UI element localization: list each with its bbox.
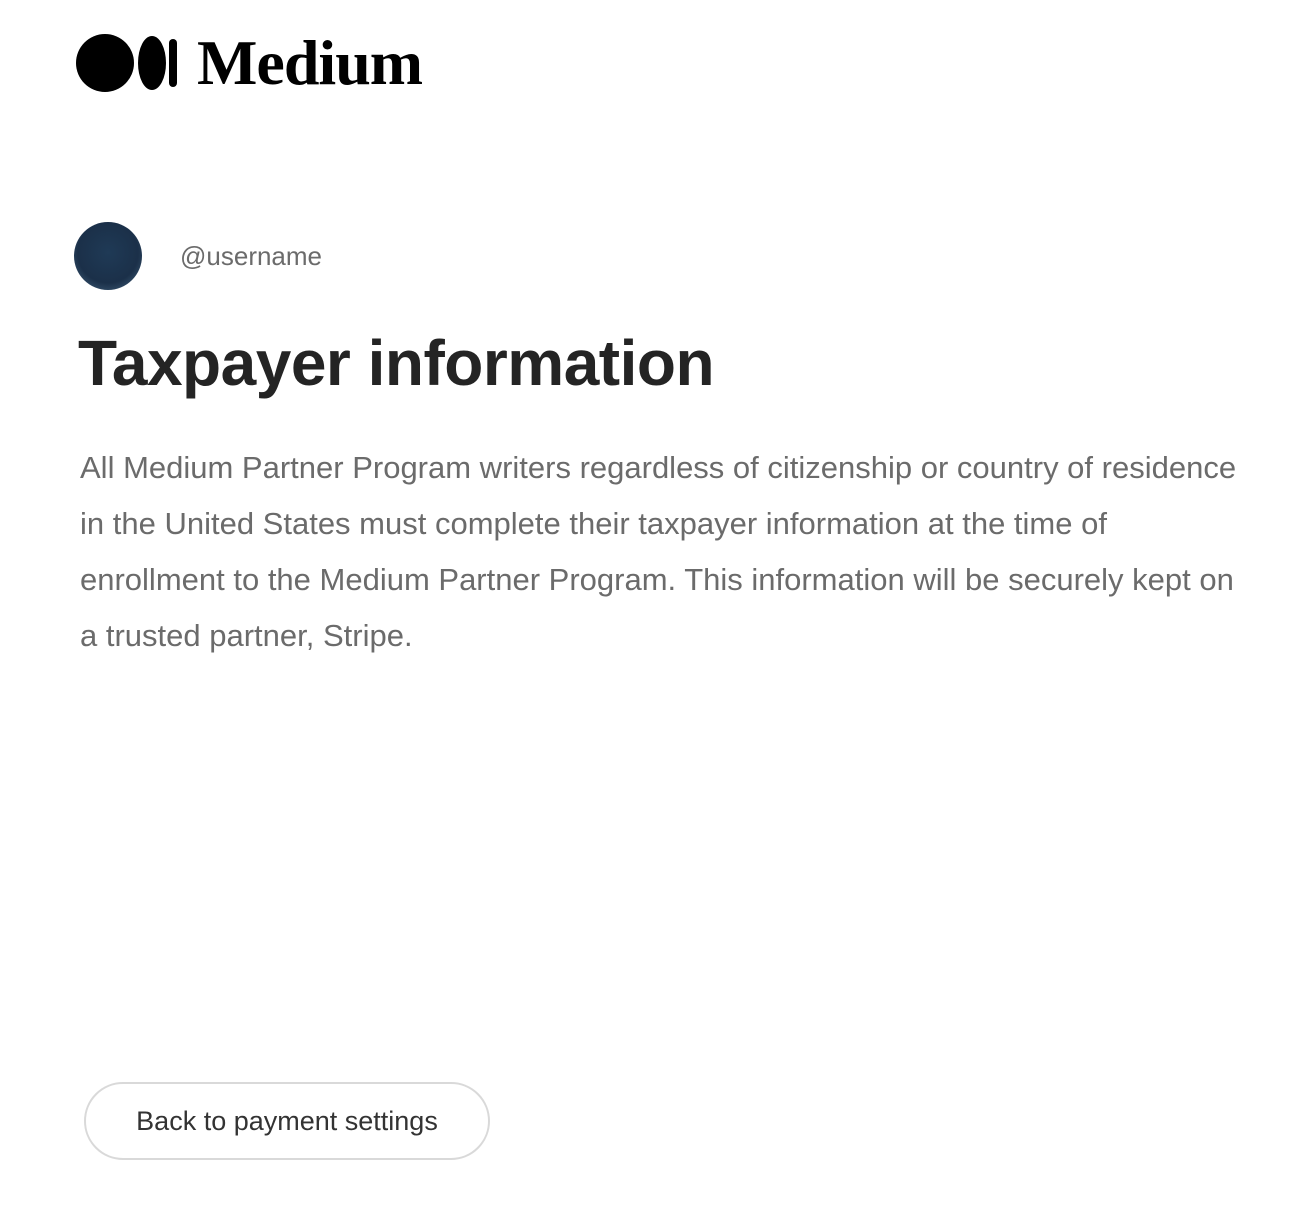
taxpayer-info-page: Medium @username Taxpayer information Al… xyxy=(0,0,1311,1207)
brand-name: Medium xyxy=(197,27,423,98)
account-handle: @username xyxy=(180,240,323,271)
account-row: @username xyxy=(74,222,322,290)
medium-logo-icon xyxy=(76,34,177,92)
page-description: All Medium Partner Program writers regar… xyxy=(80,450,1237,653)
back-to-payment-settings-button[interactable]: Back to payment settings xyxy=(84,1082,490,1160)
medium-logo[interactable]: Medium xyxy=(76,27,423,98)
page-title: Taxpayer information xyxy=(78,327,715,399)
avatar[interactable] xyxy=(74,222,142,290)
